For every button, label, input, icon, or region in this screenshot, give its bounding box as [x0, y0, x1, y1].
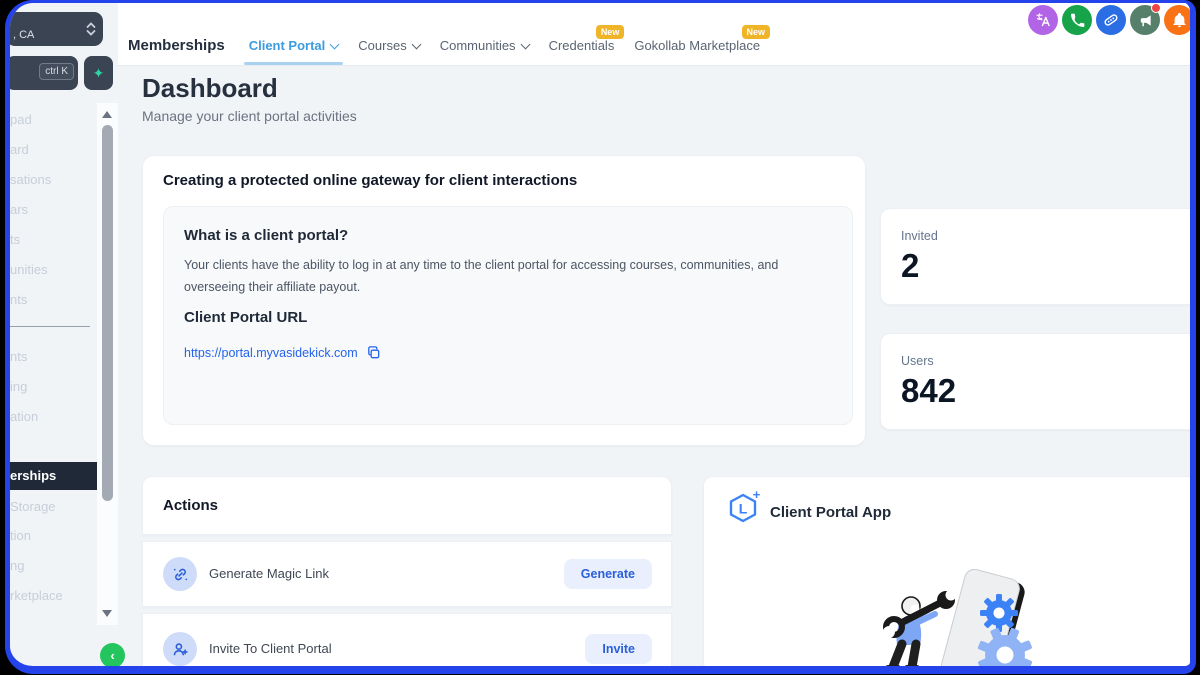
client-portal-question: What is a client portal? — [184, 227, 349, 244]
scroll-down-icon[interactable] — [102, 610, 112, 617]
sidebar-item-app-marketplace[interactable]: rketplace — [10, 587, 63, 605]
page-title: Dashboard — [142, 73, 278, 103]
client-portal-url-label: Client Portal URL — [184, 309, 308, 326]
sidebar-item-automation[interactable]: ation — [10, 408, 38, 426]
stat-label: Users — [901, 354, 934, 368]
action-label: Invite To Client Portal — [209, 641, 332, 656]
client-portal-description: Your clients have the ability to log in … — [184, 258, 779, 294]
new-badge: New — [595, 25, 625, 39]
sidebar-item-calendars[interactable]: ars — [10, 201, 28, 219]
client-portal-url-row: https://portal.myvasidekick.com — [184, 345, 381, 360]
announcement-button[interactable] — [1130, 3, 1161, 35]
stat-card-users: Users 842 — [880, 333, 1190, 430]
client-portal-app-icon: L + — [729, 490, 761, 523]
sidebar-item-launchpad[interactable]: pad — [10, 111, 32, 129]
client-portal-illustration — [883, 569, 1033, 666]
sidebar-item-marketing[interactable]: ing — [10, 378, 27, 396]
tab-gokollab-marketplace[interactable]: Gokollab Marketplace New — [634, 25, 771, 53]
notification-dot — [1151, 3, 1161, 13]
magic-link-icon — [173, 568, 187, 580]
top-navigation: Memberships Client Portal Courses Commun… — [128, 25, 771, 65]
collapse-sidebar-button[interactable]: ‹ — [100, 643, 125, 666]
sidebar-item-memberships-active[interactable]: erships — [10, 462, 97, 490]
stat-card-invited: Invited 2 — [880, 208, 1190, 305]
stat-value: 842 — [901, 372, 957, 409]
page-subtitle: Manage your client portal activities — [142, 108, 357, 124]
generate-button[interactable]: Generate — [563, 559, 652, 589]
translate-icon — [1036, 13, 1050, 27]
client-portal-app-card: L + Client Portal App — [703, 476, 1190, 666]
phone-button[interactable] — [1062, 5, 1092, 35]
magic-link-icon-circle — [163, 557, 197, 591]
ai-assistant-button[interactable]: ✦ — [84, 56, 113, 90]
translate-button[interactable] — [1028, 5, 1058, 35]
notifications-button[interactable] — [1164, 5, 1190, 35]
rewards-icon — [1104, 14, 1118, 26]
top-header: Memberships Client Portal Courses Commun… — [118, 3, 1190, 66]
sidebar-item-conversations[interactable]: sations — [10, 171, 51, 189]
stat-label: Invited — [901, 229, 938, 243]
announcement-icon — [1140, 14, 1151, 26]
stat-value: 2 — [901, 247, 920, 284]
actions-card-header: Actions — [142, 476, 672, 535]
client-portal-url-link[interactable]: https://portal.myvasidekick.com — [184, 346, 358, 360]
main-content: Memberships Client Portal Courses Commun… — [118, 3, 1190, 666]
gateway-info-panel: What is a client portal? Your clients ha… — [163, 206, 853, 425]
phone-icon — [1070, 13, 1084, 27]
copy-icon[interactable] — [366, 345, 381, 360]
client-portal-app-title: Client Portal App — [770, 504, 892, 521]
sidebar-item-reputation[interactable]: tion — [10, 527, 31, 545]
chevron-down-icon — [411, 39, 422, 49]
action-label: Generate Magic Link — [209, 566, 329, 581]
action-row-magic-link: Generate Magic Link Generate — [142, 541, 672, 607]
sidebar-scrollbar[interactable] — [97, 103, 118, 625]
sidebar-item-reporting[interactable]: ng — [10, 557, 24, 575]
sidebar-divider — [10, 326, 90, 327]
notification-bell-icon — [1172, 12, 1186, 27]
new-badge: New — [741, 25, 771, 39]
header-icon-row — [1028, 3, 1190, 35]
gateway-card: Creating a protected online gateway for … — [142, 155, 866, 446]
section-label-memberships: Memberships — [128, 37, 225, 54]
tab-communities[interactable]: Communities — [440, 38, 531, 53]
sidebar-item-payments[interactable]: nts — [10, 291, 27, 309]
invite-user-icon — [173, 642, 188, 655]
tab-courses[interactable]: Courses — [358, 38, 422, 53]
chevron-down-icon — [329, 39, 340, 49]
chevron-updown-icon — [86, 22, 96, 36]
sidebar-item-agents[interactable]: nts — [10, 348, 27, 366]
app-window: , CA ctrl K ✦ pad ard sations ars ts uni… — [5, 0, 1196, 674]
invite-button[interactable]: Invite — [585, 634, 652, 664]
sidebar-item-dashboard[interactable]: ard — [10, 141, 29, 159]
invite-icon-circle — [163, 632, 197, 666]
chevron-down-icon — [520, 39, 531, 49]
search-input[interactable]: ctrl K — [10, 56, 78, 90]
svg-text:L: L — [739, 501, 748, 517]
rewards-button[interactable] — [1096, 5, 1126, 35]
gateway-card-title: Creating a protected online gateway for … — [163, 172, 578, 189]
tab-client-portal[interactable]: Client Portal — [243, 38, 343, 65]
keyboard-shortcut-badge: ctrl K — [39, 63, 74, 80]
account-location-label: , CA — [13, 29, 35, 41]
sparkle-icon: ✦ — [92, 64, 105, 81]
scroll-up-icon[interactable] — [102, 111, 112, 118]
sidebar-item-media-storage[interactable]: Storage — [10, 498, 56, 516]
account-switcher[interactable]: , CA — [10, 12, 103, 46]
sidebar-item-opportunities[interactable]: unities — [10, 261, 48, 279]
scrollbar-thumb[interactable] — [102, 125, 113, 501]
chevron-left-icon: ‹ — [110, 648, 115, 663]
sidebar-item-contacts[interactable]: ts — [10, 231, 20, 249]
screenshot-stage: , CA ctrl K ✦ pad ard sations ars ts uni… — [0, 0, 1200, 675]
actions-title: Actions — [163, 497, 219, 514]
svg-text:+: + — [753, 490, 761, 502]
action-row-invite: Invite To Client Portal Invite — [142, 613, 672, 666]
tab-credentials[interactable]: Credentials New — [549, 25, 625, 53]
